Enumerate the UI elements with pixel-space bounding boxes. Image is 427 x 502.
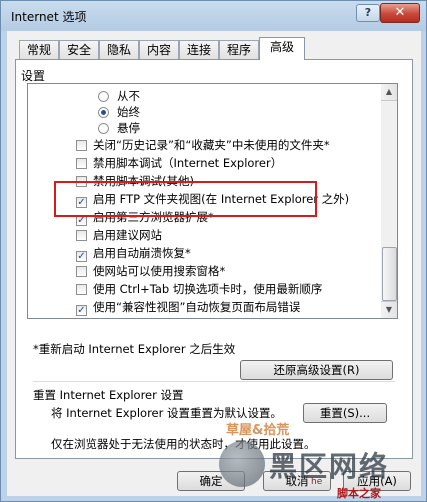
list-item[interactable]: ✓ 使用“兼容性视图”自动恢复页面布局错误 xyxy=(76,299,301,316)
restart-note: *重新启动 Internet Explorer 之后生效 xyxy=(33,342,236,356)
radio-icon[interactable] xyxy=(98,123,109,134)
red-highlight-box xyxy=(54,181,317,217)
tab-content[interactable]: 内容 xyxy=(139,40,179,59)
list-item-label: 关闭“历史记录”和“收藏夹”中未使用的文件夹* xyxy=(93,138,330,152)
radio-selected-icon[interactable] xyxy=(98,107,109,118)
restore-advanced-button[interactable]: 还原高级设置(R) xyxy=(240,360,393,380)
reset-button[interactable]: 重置(S)... xyxy=(303,403,387,423)
list-item-label: 启用建议网站 xyxy=(93,228,162,242)
tab-security[interactable]: 安全 xyxy=(59,40,99,59)
checkbox-checked[interactable]: ✓ xyxy=(76,305,87,316)
tab-privacy[interactable]: 隐私 xyxy=(99,40,139,59)
reset-heading: 重置 Internet Explorer 设置 xyxy=(33,388,184,402)
list-item[interactable]: 禁用脚本调试（Internet Explorer） xyxy=(76,155,282,171)
watermark-text: 脚本之家 xyxy=(337,487,381,500)
checkbox[interactable] xyxy=(76,230,87,241)
list-item[interactable]: 使网站可以使用搜索窗格* xyxy=(76,263,225,279)
list-item-label: 悬停 xyxy=(117,121,140,135)
dialog-body: 常规 安全 隐私 内容 连接 程序 高级 设置 从不 始终 悬停 关闭“历史记录… xyxy=(7,31,421,496)
checkbox[interactable] xyxy=(76,158,87,169)
list-item-label: 使用“兼容性视图”自动恢复页面布局错误 xyxy=(93,300,301,314)
radio-icon[interactable] xyxy=(98,91,109,102)
list-item-label: 始终 xyxy=(117,105,140,119)
divider xyxy=(33,381,395,382)
settings-scrollbar[interactable]: ▲ ▼ xyxy=(381,83,398,319)
settings-group-label: 设置 xyxy=(21,69,46,83)
list-item[interactable]: 悬停 xyxy=(98,120,140,136)
checkbox[interactable] xyxy=(76,140,87,151)
watermark-logo-icon xyxy=(219,441,265,487)
watermark-text: he xyxy=(311,477,323,487)
list-item[interactable]: 启用建议网站 xyxy=(76,227,162,243)
checkbox[interactable] xyxy=(76,266,87,277)
tab-advanced[interactable]: 高级 xyxy=(259,37,305,60)
list-item[interactable]: 使用 Ctrl+Tab 切换选项卡时，使用最新顺序 xyxy=(76,281,322,297)
tab-connections[interactable]: 连接 xyxy=(179,40,219,59)
close-button[interactable]: ✕ xyxy=(380,3,420,23)
watermark-text: 黑区网络 xyxy=(269,450,390,483)
list-item-label: 使用 Ctrl+Tab 切换选项卡时，使用最新顺序 xyxy=(93,282,323,296)
list-item-label: 使网站可以使用搜索窗格* xyxy=(93,264,226,278)
scroll-down-arrow-icon[interactable]: ▼ xyxy=(381,301,397,318)
internet-options-window: Internet 选项 ? ✕ 常规 安全 隐私 内容 连接 程序 高级 设置 … xyxy=(0,0,427,502)
list-item-label: 从不 xyxy=(117,89,140,103)
list-item[interactable]: 从不 xyxy=(98,88,140,104)
list-item-label: 启用自动崩溃恢复* xyxy=(93,246,191,260)
list-item[interactable]: ✓ 启用自动崩溃恢复* xyxy=(76,245,191,262)
title-bar[interactable]: Internet 选项 ? ✕ xyxy=(1,1,426,31)
watermark-text: 草屋&拾荒 xyxy=(226,423,290,438)
tab-programs[interactable]: 程序 xyxy=(219,40,259,59)
scroll-thumb[interactable] xyxy=(382,247,397,301)
window-title: Internet 选项 xyxy=(11,10,87,24)
checkbox[interactable] xyxy=(76,284,87,295)
list-item-label: 禁用脚本调试（Internet Explorer） xyxy=(93,156,283,170)
scroll-up-arrow-icon[interactable]: ▲ xyxy=(381,84,397,101)
checkbox-checked[interactable]: ✓ xyxy=(76,251,87,262)
help-button[interactable]: ? xyxy=(356,4,380,22)
list-item[interactable]: 关闭“历史记录”和“收藏夹”中未使用的文件夹* xyxy=(76,137,330,153)
list-item[interactable]: 始终 xyxy=(98,104,140,120)
tab-general[interactable]: 常规 xyxy=(19,40,59,59)
